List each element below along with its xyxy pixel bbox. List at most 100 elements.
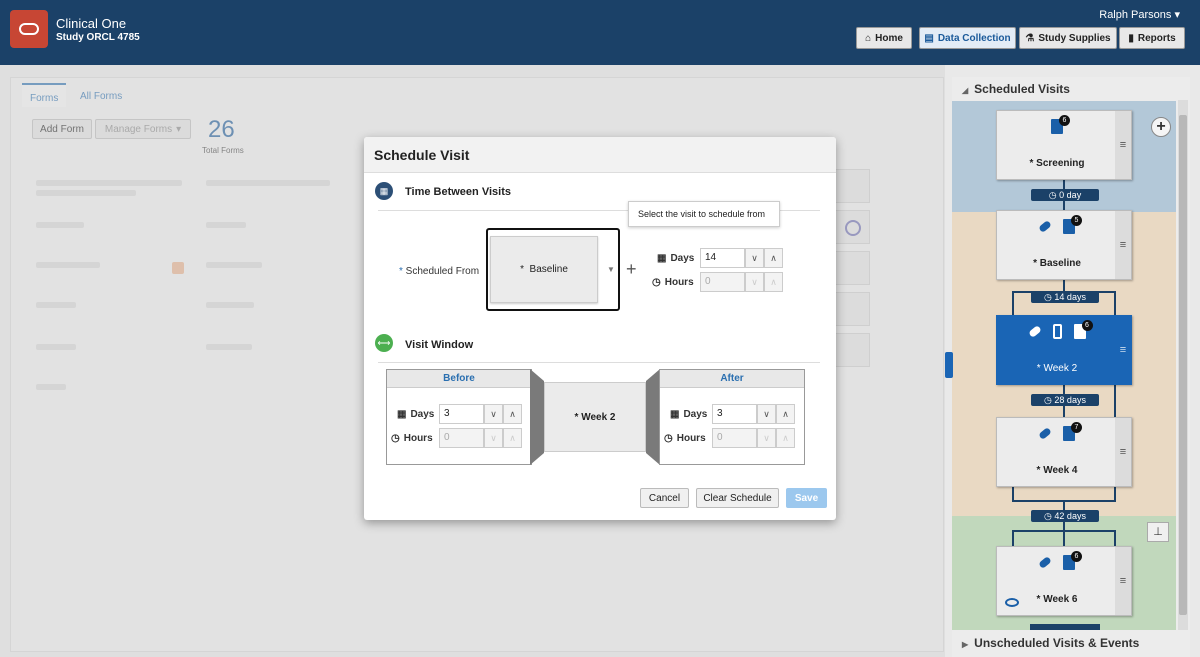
hamburger-menu-icon[interactable]: ≡ xyxy=(1115,211,1131,279)
after-hours-decrement-button[interactable]: ∨ xyxy=(757,428,776,448)
calendar-small-icon: ▦ xyxy=(397,409,407,420)
visit-card-week-4[interactable]: 7 * Week 4 ≡ xyxy=(996,417,1132,487)
visit-gap-label: ◷ 28 days xyxy=(1031,394,1099,406)
hours-decrement-button[interactable]: ∨ xyxy=(745,272,764,292)
visit-gap-label: ◷ 14 days xyxy=(1031,291,1099,303)
hamburger-menu-icon[interactable]: ≡ xyxy=(1115,418,1131,486)
clock-icon: ◷ xyxy=(1044,395,1052,405)
form-count-badge: 7 xyxy=(1071,422,1082,433)
clock-icon: ◷ xyxy=(1044,511,1052,521)
days-label: ▦ Days xyxy=(657,253,695,264)
before-header: Before xyxy=(387,370,531,388)
target-visit-box: * Week 2 xyxy=(544,382,646,452)
caret-down-icon: ▾ xyxy=(1174,9,1180,21)
before-days-increment-button[interactable]: ∧ xyxy=(503,404,522,424)
form-document-icon: 6 xyxy=(1063,551,1082,570)
form-document-icon: 6 xyxy=(1073,320,1093,339)
chevron-down-icon[interactable]: ▼ xyxy=(607,265,615,274)
before-hours-label: ◷ Hours xyxy=(391,433,433,444)
after-hours-input[interactable]: 0 xyxy=(712,428,757,448)
form-document-icon: 5 xyxy=(1063,215,1082,234)
app-title: Clinical One xyxy=(56,16,127,31)
connector-line xyxy=(1012,530,1116,532)
hamburger-menu-icon[interactable]: ≡ xyxy=(1115,111,1131,179)
before-days-input[interactable]: 3 xyxy=(439,404,484,424)
after-days-increment-button[interactable]: ∧ xyxy=(776,404,795,424)
section-title-visit-window: Visit Window xyxy=(405,339,474,351)
add-visit-button[interactable]: + xyxy=(1151,117,1171,137)
before-hours-decrement-button[interactable]: ∨ xyxy=(484,428,503,448)
expand-triangle-icon: ▶ xyxy=(962,640,969,649)
before-hours-increment-button[interactable]: ∧ xyxy=(503,428,522,448)
before-days-label: ▦ Days xyxy=(397,409,435,420)
divider xyxy=(378,362,820,363)
study-supplies-button[interactable]: ⚗ Study Supplies xyxy=(1019,27,1117,49)
scheduled-from-label: * Scheduled From xyxy=(399,266,480,277)
supplies-icon: ⚗ xyxy=(1025,32,1035,44)
data-collection-button[interactable]: ▤ Data Collection xyxy=(919,27,1016,49)
after-hours-label: ◷ Hours xyxy=(664,433,706,444)
before-hours-input[interactable]: 0 xyxy=(439,428,484,448)
visit-card-screening[interactable]: 6 * Screening ≡ xyxy=(996,110,1132,180)
hours-increment-button[interactable]: ∧ xyxy=(764,272,783,292)
reports-button[interactable]: ▮ Reports xyxy=(1119,27,1185,49)
connector-line xyxy=(1012,485,1014,501)
oracle-logo-icon xyxy=(10,10,48,48)
pill-icon xyxy=(1038,555,1052,570)
clock-icon: ◷ xyxy=(652,277,661,288)
hamburger-menu-icon[interactable]: ≡ xyxy=(1115,316,1131,384)
visit-gap-label: ◷ 0 day xyxy=(1031,189,1099,201)
home-button[interactable]: ⌂ Home xyxy=(856,27,912,49)
days-input[interactable]: 14 xyxy=(700,248,745,268)
panel-collapse-handle[interactable] xyxy=(945,352,953,378)
connector-line xyxy=(1012,291,1014,315)
connector-line xyxy=(1114,530,1116,546)
after-days-decrement-button[interactable]: ∨ xyxy=(757,404,776,424)
hours-input[interactable]: 0 xyxy=(700,272,745,292)
clock-icon: ◷ xyxy=(664,433,673,444)
after-header: After xyxy=(660,370,804,388)
pill-icon xyxy=(1027,324,1042,339)
visit-card-week-6[interactable]: 6 * Week 6 ≡ xyxy=(996,546,1132,616)
before-days-decrement-button[interactable]: ∨ xyxy=(484,404,503,424)
form-count-badge: 6 xyxy=(1071,551,1082,562)
collapse-triangle-icon: ◢ xyxy=(962,86,969,95)
section-title-time-between: Time Between Visits xyxy=(405,186,511,198)
bar-chart-icon: ▮ xyxy=(1128,32,1134,44)
calendar-small-icon: ▦ xyxy=(657,253,667,264)
after-days-label: ▦ Days xyxy=(670,409,708,420)
unscheduled-visits-header[interactable]: ▶ Unscheduled Visits & Events xyxy=(962,636,1139,650)
connector-line xyxy=(1063,500,1065,546)
window-range-icon: ⟷ xyxy=(375,334,393,352)
days-increment-button[interactable]: ∧ xyxy=(764,248,783,268)
form-count-badge: 5 xyxy=(1071,215,1082,226)
cancel-button[interactable]: Cancel xyxy=(640,488,689,508)
pill-icon xyxy=(1038,219,1052,234)
form-document-icon: 6 xyxy=(1051,115,1070,134)
visit-card-baseline[interactable]: 5 * Baseline ≡ xyxy=(996,210,1132,280)
clear-schedule-button[interactable]: Clear Schedule xyxy=(696,488,779,508)
scheduled-from-value[interactable]: * Baseline xyxy=(490,236,598,303)
days-decrement-button[interactable]: ∨ xyxy=(745,248,764,268)
form-document-icon: 7 xyxy=(1063,422,1082,441)
hamburger-menu-icon[interactable]: ≡ xyxy=(1115,547,1131,615)
user-menu[interactable]: Ralph Parsons ▾ xyxy=(1099,8,1180,21)
dialog-title: Schedule Visit xyxy=(374,147,470,163)
device-icon xyxy=(1052,324,1062,339)
clock-icon: ◷ xyxy=(1048,190,1057,200)
after-hours-increment-button[interactable]: ∧ xyxy=(776,428,795,448)
plus-icon: + xyxy=(626,259,637,279)
visit-card-week-2[interactable]: 6 * Week 2 ≡ xyxy=(996,315,1132,385)
form-count-badge: 6 xyxy=(1081,320,1093,331)
document-icon: ▤ xyxy=(924,32,934,44)
scrollbar-thumb[interactable] xyxy=(1179,115,1187,615)
calendar-icon: ▦ xyxy=(375,182,393,200)
tree-view-icon[interactable]: ⊥ xyxy=(1147,522,1169,542)
save-button[interactable]: Save xyxy=(786,488,827,508)
visit-gap-label: ◷ 42 days xyxy=(1031,510,1099,522)
after-days-input[interactable]: 3 xyxy=(712,404,757,424)
clock-icon: ◷ xyxy=(1044,292,1052,302)
calendar-small-icon: ▦ xyxy=(670,409,680,420)
scheduled-visits-header[interactable]: ◢ Scheduled Visits xyxy=(962,82,1070,96)
study-name: Study ORCL 4785 xyxy=(56,32,140,43)
